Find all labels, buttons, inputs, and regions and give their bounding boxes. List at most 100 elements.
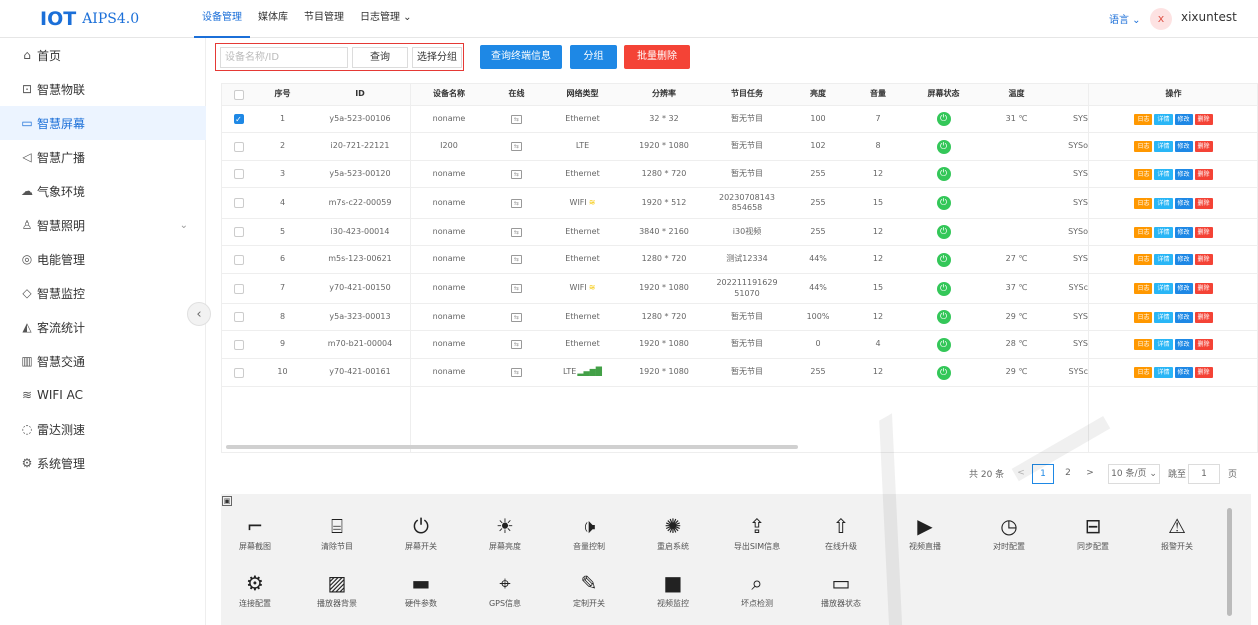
nav-media-library[interactable]: 媒体库: [250, 0, 296, 38]
log-button[interactable]: 日志: [1134, 168, 1153, 180]
screen-power-icon[interactable]: ⏻: [936, 139, 951, 154]
tool-13[interactable]: ⚙ 连接配置: [220, 571, 290, 609]
screen-power-icon[interactable]: ⏻: [936, 281, 951, 296]
goto-page-input[interactable]: 1: [1188, 464, 1220, 484]
sidebar-item-traffic-stats[interactable]: ◭ 客流统计: [0, 310, 206, 344]
edit-button[interactable]: 修改: [1174, 339, 1193, 350]
screen-power-icon[interactable]: ⏻: [936, 310, 951, 324]
query-terminal-button[interactable]: 查询终端信息: [480, 45, 562, 69]
sidebar-item-wifi-ac[interactable]: ≋ WIFI AC: [0, 378, 206, 412]
nav-log-management[interactable]: 日志管理 ⌄: [352, 0, 420, 38]
delete-button[interactable]: 删除: [1194, 113, 1213, 125]
sidebar-item-smart-screen[interactable]: ▭ 智慧屏幕: [0, 106, 206, 140]
delete-button[interactable]: 删除: [1194, 197, 1213, 209]
tool-18[interactable]: ■ 视频监控: [638, 571, 708, 609]
tool-14[interactable]: ▨ 播放器背景: [302, 571, 372, 609]
detail-button[interactable]: 详情: [1154, 283, 1173, 294]
log-button[interactable]: 日志: [1134, 367, 1153, 378]
log-button[interactable]: 日志: [1134, 311, 1153, 323]
select-group-button[interactable]: 选择分组: [412, 47, 462, 68]
delete-button[interactable]: 删除: [1194, 168, 1213, 180]
sidebar-item-home[interactable]: ⌂ 首页: [0, 38, 206, 72]
row-checkbox[interactable]: [233, 367, 244, 378]
vertical-scrollbar[interactable]: [1227, 508, 1232, 616]
tool-15[interactable]: ▬ 硬件参数: [386, 571, 456, 609]
nav-device-management[interactable]: 设备管理: [194, 0, 250, 38]
page-1-button[interactable]: 1: [1032, 464, 1054, 484]
detail-button[interactable]: 详情: [1154, 141, 1173, 152]
detail-button[interactable]: 详情: [1154, 168, 1173, 180]
delete-button[interactable]: 删除: [1194, 339, 1213, 350]
edit-button[interactable]: 修改: [1174, 311, 1193, 323]
username[interactable]: xixuntest: [1181, 10, 1237, 24]
detail-button[interactable]: 详情: [1154, 339, 1173, 350]
edit-button[interactable]: 修改: [1174, 113, 1193, 125]
edit-button[interactable]: 修改: [1174, 141, 1193, 152]
screen-power-icon[interactable]: ⏻: [936, 365, 951, 380]
sidebar-item-broadcast[interactable]: ◁ 智慧广播: [0, 140, 206, 174]
app-logo[interactable]: IOT AIPS4.0: [40, 6, 139, 32]
avatar[interactable]: x: [1150, 8, 1172, 30]
detail-button[interactable]: 详情: [1154, 226, 1173, 238]
screen-power-icon[interactable]: ⏻: [936, 225, 951, 239]
tool-17[interactable]: ✎ 定制开关: [554, 571, 624, 609]
tool-16[interactable]: ⌖ GPS信息: [470, 571, 540, 609]
row-checkbox[interactable]: [233, 227, 244, 237]
delete-button[interactable]: 删除: [1194, 141, 1213, 152]
edit-button[interactable]: 修改: [1174, 197, 1193, 209]
sidebar-item-monitor[interactable]: ◇ 智慧监控: [0, 276, 206, 310]
log-button[interactable]: 日志: [1134, 113, 1153, 125]
group-button[interactable]: 分组: [570, 45, 617, 69]
table-row[interactable]: 2 i20-721-22121 I200 ⇆ LTE 1920 * 1080 暂无节目 102…: [222, 133, 1257, 161]
next-page-button[interactable]: >: [1082, 464, 1098, 484]
sidebar-item-iot[interactable]: ⊡ 智慧物联: [0, 72, 206, 106]
screen-power-icon[interactable]: ⏻: [936, 252, 951, 267]
log-button[interactable]: 日志: [1134, 226, 1153, 238]
page-2-button[interactable]: 2: [1058, 464, 1078, 484]
table-row[interactable]: 7 y70-421-00150 noname ⇆ WIFI ≋ 1920 * 1080 202…: [222, 274, 1257, 304]
detail-button[interactable]: 详情: [1154, 113, 1173, 125]
tool-12[interactable]: ⚠ 报警开关: [1142, 514, 1212, 552]
table-row[interactable]: 6 m5s-123-00621 noname ⇆ Ethernet 1280 * 720 测…: [222, 246, 1257, 274]
sidebar-item-radar[interactable]: ◌ 雷达测速: [0, 412, 206, 446]
edit-button[interactable]: 修改: [1174, 254, 1193, 265]
row-checkbox[interactable]: [233, 141, 244, 152]
delete-button[interactable]: 删除: [1194, 226, 1213, 238]
edit-button[interactable]: 修改: [1174, 283, 1193, 294]
search-input[interactable]: [220, 47, 348, 68]
tool-19[interactable]: ⌕ 坏点检测: [722, 571, 792, 609]
tool-11[interactable]: ⊟ 同步配置: [1058, 514, 1128, 552]
tool-1[interactable]: ⌐ 屏幕截图: [220, 514, 290, 552]
row-checkbox[interactable]: [233, 339, 244, 350]
sidebar-item-system[interactable]: ⚙ 系统管理: [0, 446, 206, 480]
nav-program-management[interactable]: 节目管理: [296, 0, 352, 38]
log-button[interactable]: 日志: [1134, 197, 1153, 209]
delete-button[interactable]: 删除: [1194, 311, 1213, 323]
sidebar-item-transport[interactable]: ▥ 智慧交通: [0, 344, 206, 378]
query-button[interactable]: 查询: [352, 47, 408, 68]
collapse-sidebar-icon[interactable]: ‹: [187, 302, 211, 326]
screen-power-icon[interactable]: ⏻: [936, 112, 951, 126]
tool-9[interactable]: ▶ 视频直播: [890, 514, 960, 552]
sidebar-item-lighting[interactable]: ♙ 智慧照明 ⌄: [0, 208, 206, 242]
row-checkbox[interactable]: [233, 198, 244, 208]
screen-power-icon[interactable]: ⏻: [936, 167, 951, 181]
detail-button[interactable]: 详情: [1154, 197, 1173, 209]
tool-2[interactable]: ⌸ 清除节目: [302, 514, 372, 552]
tool-7[interactable]: ⇪ 导出SIM信息: [722, 514, 792, 552]
row-checkbox[interactable]: [233, 312, 244, 322]
detail-button[interactable]: 详情: [1154, 311, 1173, 323]
table-row[interactable]: 8 y5a-323-00013 noname ⇆ Ethernet 1280 * 720 暂…: [222, 304, 1257, 331]
table-row[interactable]: 9 m70-b21-00004 noname ⇆ Ethernet 1920 * 1080…: [222, 331, 1257, 359]
table-row[interactable]: 5 i30-423-00014 noname ⇆ Ethernet 3840 * 2160…: [222, 219, 1257, 246]
log-button[interactable]: 日志: [1134, 283, 1153, 294]
edit-button[interactable]: 修改: [1174, 367, 1193, 378]
screen-power-icon[interactable]: ⏻: [936, 337, 951, 352]
log-button[interactable]: 日志: [1134, 141, 1153, 152]
panel-toggle-icon[interactable]: ▣: [222, 496, 232, 506]
edit-button[interactable]: 修改: [1174, 226, 1193, 238]
tool-3[interactable]: ⏻ 屏幕开关: [386, 514, 456, 552]
log-button[interactable]: 日志: [1134, 339, 1153, 350]
table-row[interactable]: 4 m7s-c22-00059 noname ⇆ WIFI ≋ 1920 * 512 2023…: [222, 188, 1257, 219]
tool-10[interactable]: ◷ 对时配置: [974, 514, 1044, 552]
